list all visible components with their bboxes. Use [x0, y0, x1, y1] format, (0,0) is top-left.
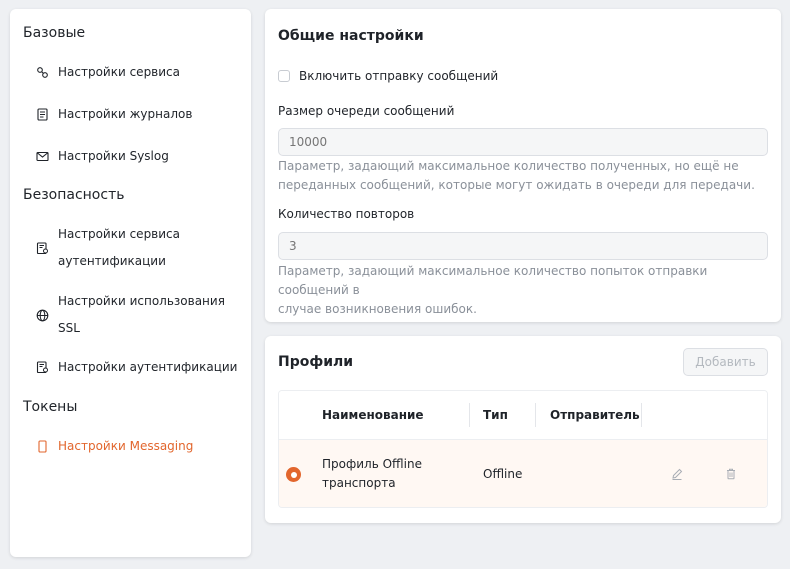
- edit-icon[interactable]: [670, 467, 684, 481]
- column-divider: [641, 403, 642, 427]
- queue-size-hint: Параметр, задающий максимальное количест…: [278, 157, 768, 195]
- nav-item-label-line-2: аутентификации: [58, 254, 166, 268]
- nav-item-label: Настройки использования SSL: [58, 288, 225, 342]
- row-select-radio[interactable]: [286, 467, 301, 482]
- nav-item-label: Настройки сервиса аутентификации: [58, 221, 180, 275]
- nav-item-label: Настройки сервиса: [58, 65, 181, 79]
- general-settings-title: Общие настройки: [278, 28, 424, 44]
- settings-sidebar: Базовые Настройки сервиса Настройки журн…: [10, 9, 251, 557]
- column-divider: [535, 403, 536, 427]
- nav-item-label: Настройки аутентификации: [58, 360, 238, 374]
- retries-hint: Параметр, задающий максимальное количест…: [278, 262, 768, 319]
- table-header: Наименование Тип Отправитель: [279, 391, 767, 440]
- profiles-card: Профили Добавить Наименование Тип Отправ…: [265, 336, 781, 523]
- profiles-table: Наименование Тип Отправитель Профиль Off…: [278, 390, 768, 508]
- certificate-icon: [36, 360, 49, 374]
- group-title-basic: Базовые: [23, 25, 86, 41]
- nav-item-label: Настройки журналов: [58, 107, 193, 121]
- column-header-type[interactable]: Тип: [483, 391, 508, 439]
- nav-item-label: Настройки Messaging: [58, 439, 194, 453]
- enable-sending-row[interactable]: Включить отправку сообщений: [278, 69, 498, 83]
- retries-hint-line-2: случае возникновения ошибок.: [278, 302, 477, 316]
- nav-item-log-settings[interactable]: Настройки журналов: [36, 101, 244, 127]
- certificate-icon: [36, 241, 49, 255]
- log-document-icon: [36, 107, 49, 121]
- globe-icon: [36, 309, 49, 322]
- queue-size-input[interactable]: [278, 128, 768, 156]
- retries-hint-line-1: Параметр, задающий максимальное количест…: [278, 264, 708, 297]
- nav-item-messaging-settings[interactable]: Настройки Messaging: [36, 433, 244, 459]
- profile-name-line-1: Профиль Offline: [322, 457, 422, 471]
- nav-item-label: Настройки Syslog: [58, 149, 169, 163]
- group-title-tokens: Токены: [23, 399, 78, 415]
- general-settings-card: Общие настройки Включить отправку сообще…: [265, 9, 781, 322]
- queue-size-hint-line-2: переданных сообщений, которые могут ожид…: [278, 178, 755, 192]
- column-divider: [469, 403, 470, 427]
- nav-item-label-line-1: Настройки использования: [58, 294, 225, 308]
- queue-size-label: Размер очереди сообщений: [278, 104, 455, 118]
- nav-item-service-settings[interactable]: Настройки сервиса: [36, 59, 244, 85]
- nav-item-label-line-1: Настройки сервиса: [58, 227, 181, 241]
- mobile-icon: [36, 439, 49, 453]
- column-header-sender[interactable]: Отправитель: [550, 391, 640, 439]
- trash-icon[interactable]: [724, 467, 738, 481]
- enable-sending-checkbox[interactable]: [278, 70, 290, 82]
- services-icon: [36, 66, 49, 79]
- column-header-name[interactable]: Наименование: [322, 391, 424, 439]
- retries-input[interactable]: [278, 232, 768, 260]
- envelope-icon: [36, 150, 49, 163]
- nav-item-syslog-settings[interactable]: Настройки Syslog: [36, 143, 244, 169]
- profiles-title: Профили: [278, 354, 354, 370]
- profile-name-line-2: транспорта: [322, 476, 396, 490]
- nav-item-auth-settings[interactable]: Настройки аутентификации: [36, 354, 244, 380]
- add-profile-button[interactable]: Добавить: [683, 348, 768, 376]
- retries-label: Количество повторов: [278, 207, 415, 221]
- profile-name: Профиль Offline транспорта: [322, 455, 422, 493]
- group-title-security: Безопасность: [23, 187, 125, 203]
- table-row[interactable]: Профиль Offline транспорта Offline: [279, 440, 767, 507]
- profile-type: Offline: [483, 467, 523, 481]
- nav-item-ssl-settings[interactable]: Настройки использования SSL: [36, 288, 244, 342]
- nav-item-auth-service-settings[interactable]: Настройки сервиса аутентификации: [36, 221, 244, 275]
- nav-item-label-line-2: SSL: [58, 321, 80, 335]
- queue-size-hint-line-1: Параметр, задающий максимальное количест…: [278, 159, 739, 173]
- enable-sending-label: Включить отправку сообщений: [299, 69, 499, 83]
